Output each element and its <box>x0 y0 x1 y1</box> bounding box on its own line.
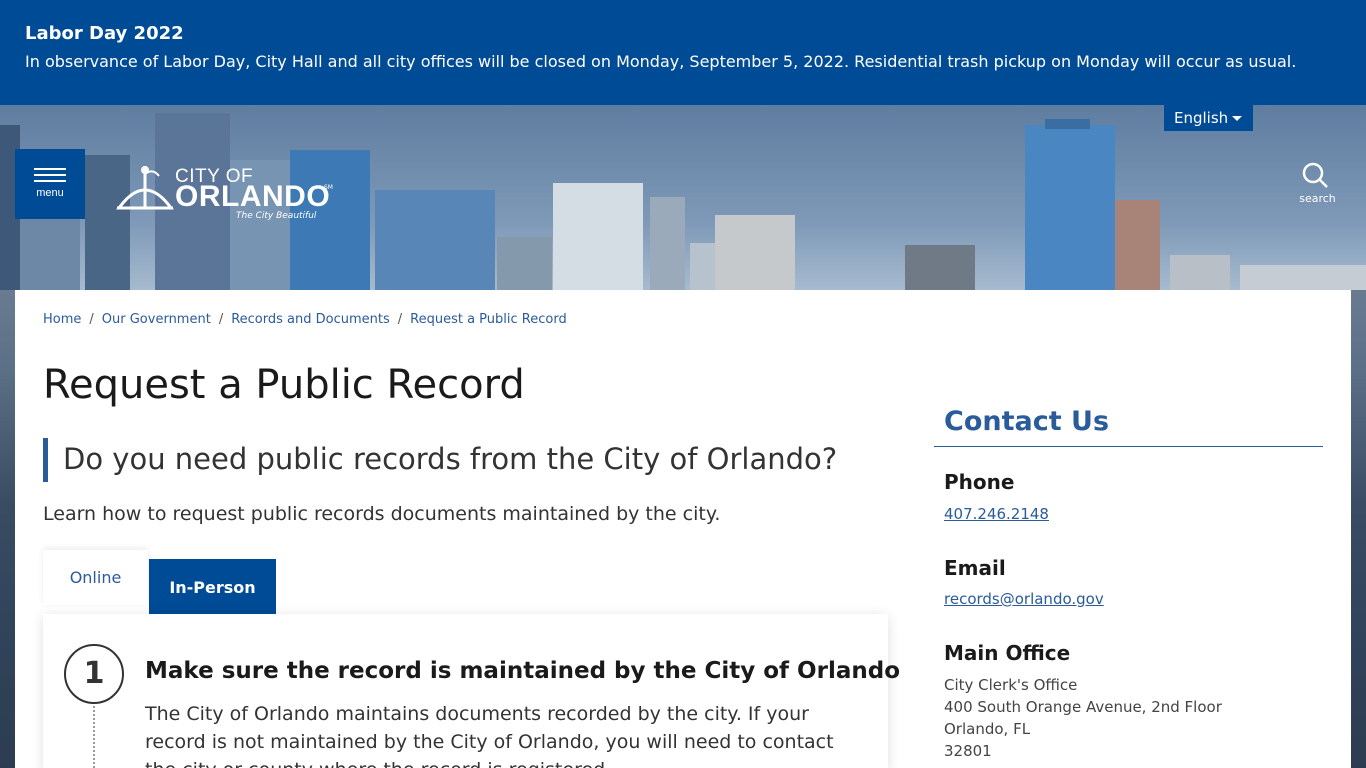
breadcrumb-our-government[interactable]: Our Government <box>102 312 211 327</box>
step-text: The City of Orlando maintains documents … <box>145 703 834 768</box>
office-address: City Clerk's Office 400 South Orange Ave… <box>944 674 1222 762</box>
search-icon <box>1302 162 1328 188</box>
menu-label: menu <box>36 187 64 199</box>
hamburger-icon <box>34 168 66 182</box>
step-connector <box>93 706 95 768</box>
step-title: Make sure the record is maintained by th… <box>145 658 900 684</box>
breadcrumb-current[interactable]: Request a Public Record <box>410 312 567 327</box>
lead-question: Do you need public records from the City… <box>43 438 837 482</box>
office-city: Orlando, FL <box>944 720 1031 738</box>
main-content-card: Home / Our Government / Records and Document… <box>15 290 1351 768</box>
logo-tagline: The City Beautiful <box>236 211 317 221</box>
tab-online[interactable]: Online <box>43 550 148 605</box>
logo-orlando: ORLANDO <box>175 180 331 213</box>
email-label: Email <box>944 556 1006 580</box>
page-title: Request a Public Record <box>43 362 525 408</box>
contact-heading: Contact Us <box>944 406 1110 437</box>
search-button[interactable]: search <box>1290 162 1345 212</box>
breadcrumb-home[interactable]: Home <box>43 312 81 327</box>
search-label: search <box>1299 192 1336 205</box>
alert-banner: Labor Day 2022 In observance of Labor Da… <box>0 0 1366 105</box>
phone-link[interactable]: 407.246.2148 <box>944 505 1049 523</box>
intro-text: Learn how to request public records docu… <box>43 503 721 525</box>
language-value: English <box>1174 109 1229 127</box>
contact-divider <box>934 446 1323 447</box>
office-zip: 32801 <box>944 742 992 760</box>
breadcrumb: Home / Our Government / Records and Document… <box>43 312 567 327</box>
caret-down-icon <box>1232 116 1242 121</box>
main-office-label: Main Office <box>944 641 1071 665</box>
breadcrumb-records-and-documents[interactable]: Records and Documents <box>231 312 390 327</box>
tab-in-person[interactable]: In-Person <box>149 559 276 614</box>
office-street: 400 South Orange Avenue, 2nd Floor <box>944 698 1222 716</box>
email-link[interactable]: records@orlando.gov <box>944 590 1104 608</box>
phone-label: Phone <box>944 470 1015 494</box>
alert-text: In observance of Labor Day, City Hall an… <box>25 52 1297 71</box>
step-number: 1 <box>64 644 124 704</box>
alert-title: Labor Day 2022 <box>25 23 184 44</box>
logo-service-mark: SM <box>324 184 333 191</box>
office-name: City Clerk's Office <box>944 676 1078 694</box>
tab-panel-online: 1 Make sure the record is maintained by … <box>43 614 900 768</box>
language-selector[interactable]: English <box>1164 105 1253 131</box>
city-seal-icon <box>116 166 174 210</box>
city-logo[interactable]: CITY OF ORLANDO SM The City Beautiful <box>113 160 338 226</box>
menu-button[interactable]: menu <box>15 149 85 219</box>
